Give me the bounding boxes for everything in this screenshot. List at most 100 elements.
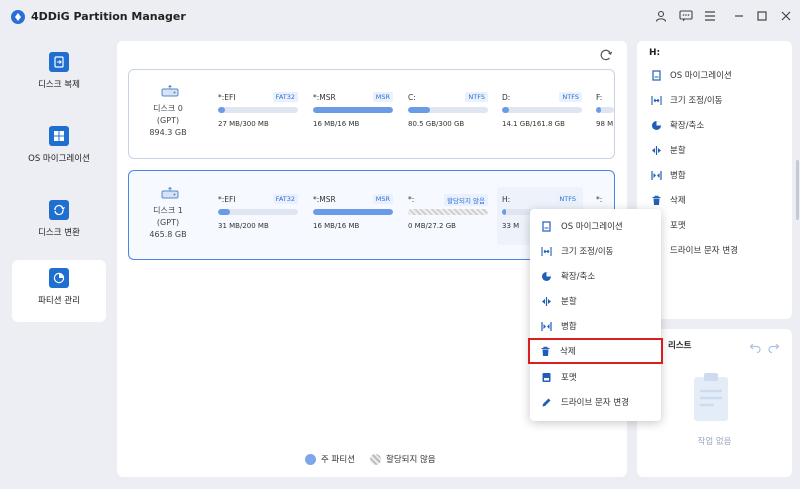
primary-partition-swatch	[305, 453, 316, 465]
action-label: 크기 조정/이동	[670, 96, 723, 106]
sidebar-item-label: 파티션 관리	[38, 296, 80, 306]
extend-shrink-icon	[541, 271, 552, 282]
partition-d[interactable]: D: NTFS 14.1 GB/161.8 GB	[502, 92, 582, 153]
disk-icon	[161, 84, 179, 98]
menu-item-extend-shrink[interactable]: 확장/축소	[530, 264, 661, 288]
action-split[interactable]: 분할	[651, 142, 686, 158]
app-logo-icon	[10, 9, 26, 25]
pencil-icon	[541, 397, 552, 408]
action-label: 삭제	[670, 196, 686, 206]
extend-shrink-icon	[651, 120, 662, 131]
feedback-icon[interactable]	[676, 6, 696, 26]
sidebar-item-os-migration[interactable]: OS 마이그레이션	[12, 118, 106, 180]
partition-efi[interactable]: *:EFI FAT32 27 MB/300 MB	[218, 92, 298, 153]
maximize-icon[interactable]	[752, 6, 772, 26]
disk-0-card[interactable]: 디스크 0 (GPT) 894.3 GB *:EFI FAT32 27 MB/3…	[128, 69, 615, 159]
menu-item-label: 확장/축소	[561, 272, 596, 282]
disk-clone-icon	[49, 52, 69, 72]
menu-item-merge[interactable]: 병합	[530, 314, 661, 338]
partition-usage: 16 MB/16 MB	[313, 222, 360, 230]
partition-usage-bar	[596, 107, 614, 113]
action-change-drive-letter[interactable]: 드라이브 문자 변경	[651, 242, 738, 258]
partition-name: *:	[596, 195, 603, 204]
partition-fs-badge: MSR	[372, 194, 393, 204]
disk-name: 디스크 1	[153, 206, 183, 215]
legend-primary: 주 파티션	[305, 453, 355, 465]
action-resize-move[interactable]: 크기 조정/이동	[651, 92, 723, 108]
partition-msr[interactable]: *:MSR MSR 16 MB/16 MB	[313, 194, 393, 255]
partition-fs-badge: 할당되지 않음	[444, 194, 488, 206]
partition-usage-bar	[313, 209, 393, 215]
partition-context-menu: OS 마이그레이션 크기 조정/이동 확장/축소 분할 병합 삭제 포맷 드라이…	[528, 209, 663, 421]
partition-name: *:MSR	[313, 195, 336, 204]
menu-item-resize-move[interactable]: 크기 조정/이동	[530, 239, 661, 263]
minimize-icon[interactable]	[729, 6, 749, 26]
partition-fs-badge: FAT32	[272, 92, 298, 102]
partition-name: H:	[502, 195, 511, 204]
os-migration-icon	[49, 126, 69, 146]
partition-fs-badge: NTFS	[556, 194, 579, 204]
split-icon	[541, 296, 552, 307]
menu-item-label: 크기 조정/이동	[561, 247, 614, 257]
action-merge[interactable]: 병합	[651, 167, 686, 183]
menu-item-delete[interactable]: 삭제	[528, 338, 663, 364]
action-extend-shrink[interactable]: 확장/축소	[651, 117, 704, 133]
title-bar: 4DDiG Partition Manager	[0, 0, 800, 34]
refresh-icon[interactable]	[599, 47, 613, 61]
action-label: 확장/축소	[670, 121, 705, 131]
partition-name: F:	[596, 93, 603, 102]
redo-icon[interactable]	[768, 338, 780, 354]
partition-usage-bar	[218, 209, 298, 215]
resize-move-icon	[541, 246, 552, 257]
scrollbar[interactable]	[796, 160, 799, 220]
partition-usage: 27 MB/300 MB	[218, 120, 269, 128]
menu-item-os-migration[interactable]: OS 마이그레이션	[530, 214, 661, 238]
disk-icon	[161, 186, 179, 200]
partition-usage: 33 M	[502, 222, 520, 230]
menu-item-label: 드라이브 문자 변경	[561, 398, 629, 408]
partition-usage-bar	[502, 107, 582, 113]
partition-name: D:	[502, 93, 511, 102]
account-icon[interactable]	[651, 6, 671, 26]
partition-f[interactable]: F: 98 M	[596, 93, 614, 153]
sidebar-item-label: 디스크 변환	[38, 228, 80, 238]
disk-size: 465.8 GB	[149, 230, 187, 239]
disk-type: (GPT)	[156, 218, 180, 227]
partition-name: *:	[408, 195, 415, 204]
menu-item-format[interactable]: 포맷	[530, 365, 661, 389]
action-os-migration[interactable]: OS 마이그레이션	[651, 67, 732, 83]
partition-fs-badge: NTFS	[559, 92, 582, 102]
partition-name: C:	[408, 93, 416, 102]
disk-name: 디스크 0	[153, 104, 183, 113]
undo-icon[interactable]	[749, 338, 761, 354]
menu-item-label: 삭제	[560, 347, 576, 357]
sidebar-item-partition-manage[interactable]: 파티션 관리	[12, 260, 106, 322]
operation-list-title: 리스트	[668, 341, 692, 351]
partition-unallocated[interactable]: *: 할당되지 않음 0 MB/27.2 GB	[408, 194, 488, 255]
action-label: 포맷	[670, 221, 686, 231]
partition-efi[interactable]: *:EFI FAT32 31 MB/200 MB	[218, 194, 298, 255]
clipboard-empty-icon	[684, 371, 738, 425]
partition-c[interactable]: C: NTFS 80.5 GB/300 GB	[408, 92, 488, 153]
sidebar-item-disk-convert[interactable]: 디스크 변환	[12, 192, 106, 254]
partition-usage: 14.1 GB/161.8 GB	[502, 120, 565, 128]
menu-item-change-drive-letter[interactable]: 드라이브 문자 변경	[530, 390, 661, 414]
legend-primary-label: 주 파티션	[321, 455, 355, 465]
sidebar-item-disk-clone[interactable]: 디스크 복제	[12, 44, 106, 106]
menu-item-split[interactable]: 분할	[530, 289, 661, 313]
os-migration-icon	[541, 220, 552, 232]
partition-usage-bar	[408, 209, 488, 215]
menu-item-label: 분할	[561, 297, 577, 307]
action-label: 병합	[670, 171, 686, 181]
merge-icon	[541, 321, 552, 332]
partition-msr[interactable]: *:MSR MSR 16 MB/16 MB	[313, 92, 393, 153]
disk-type: (GPT)	[156, 116, 180, 125]
legend-unallocated-label: 할당되지 않음	[386, 455, 436, 465]
unallocated-swatch	[370, 453, 381, 465]
menu-icon[interactable]	[700, 6, 720, 26]
menu-item-label: 포맷	[561, 373, 577, 383]
partition-usage: 98 M	[596, 120, 614, 128]
action-delete[interactable]: 삭제	[651, 192, 686, 208]
partition-name: *:EFI	[218, 195, 236, 204]
close-icon[interactable]	[776, 6, 796, 26]
